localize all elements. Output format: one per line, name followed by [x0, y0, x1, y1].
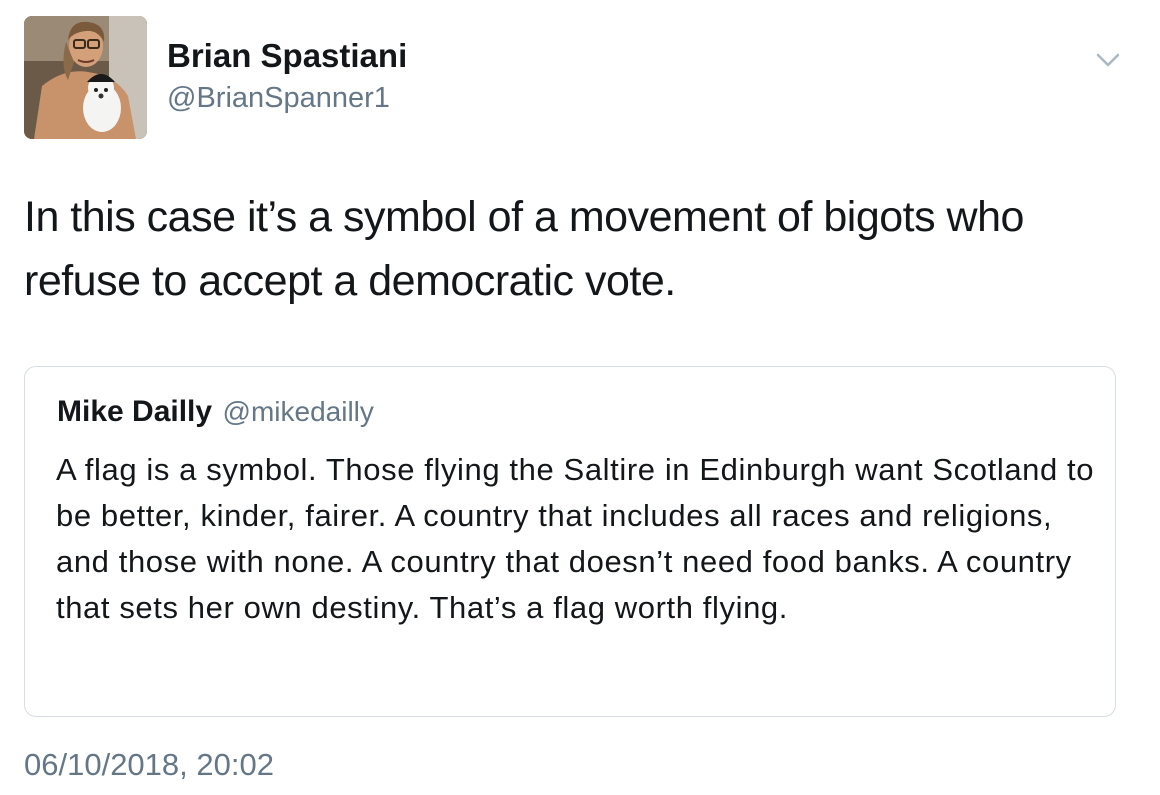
quoted-author-name: Mike Dailly [57, 395, 213, 428]
quoted-author-handle: @mikedailly [222, 396, 374, 427]
chevron-down-icon[interactable] [1095, 50, 1121, 70]
quoted-tweet-card[interactable]: Mike Dailly @mikedailly A flag is a symb… [24, 366, 1116, 717]
tweet-timestamp[interactable]: 06/10/2018, 20:02 [24, 747, 274, 783]
quoted-tweet-header: Mike Dailly @mikedailly [57, 395, 374, 429]
author-handle[interactable]: @BrianSpanner1 [167, 82, 390, 115]
avatar[interactable] [24, 16, 147, 139]
quoted-tweet-text: A flag is a symbol. Those flying the Sal… [56, 452, 1095, 625]
profile-photo [24, 16, 147, 139]
author-name[interactable]: Brian Spastiani [167, 37, 407, 75]
tweet-text: In this case it’s a symbol of a movement… [24, 193, 1024, 305]
